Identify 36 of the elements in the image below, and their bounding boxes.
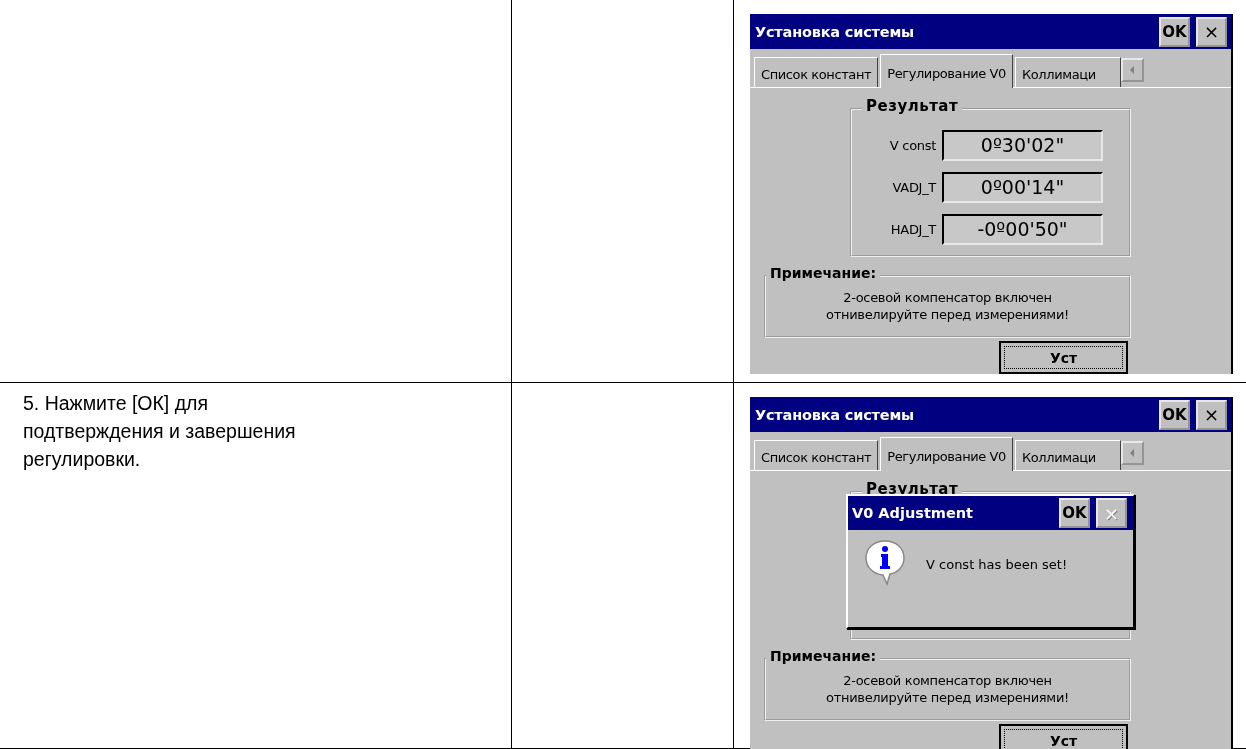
note-text: 2-осевой компенсатор включен <box>843 672 1052 689</box>
info-icon <box>862 538 908 586</box>
note-text: отнивелируйте перед измерениями! <box>826 306 1069 323</box>
dialog-title: V0 Adjustment <box>852 505 974 521</box>
close-button[interactable]: × <box>1196 16 1227 47</box>
group-label: Примечание: <box>766 265 881 281</box>
ok-button[interactable]: OK <box>1059 498 1090 528</box>
ok-button[interactable]: OK <box>1159 16 1190 47</box>
instruction-text: 5. Нажмите [ОК] для подтверждения и завершения регулировки. <box>22 391 297 472</box>
value-field: 0º00'14" <box>942 172 1103 203</box>
close-button[interactable]: × <box>1196 399 1227 430</box>
value-field: 0º30'02" <box>942 130 1103 161</box>
note-text: 2-осевой компенсатор включен <box>843 289 1052 306</box>
caret-icon <box>1129 449 1136 457</box>
field-label: V const <box>888 138 936 153</box>
tab[interactable]: Коллимаци <box>1015 57 1121 87</box>
ok-button[interactable]: OK <box>1159 399 1190 430</box>
tab[interactable]: Список констант <box>754 57 879 87</box>
tab[interactable]: Коллимаци <box>1015 440 1121 470</box>
tab[interactable]: Регулирование V0 <box>880 54 1013 88</box>
value-field: -0º00'50" <box>942 214 1103 245</box>
window-title: Установка системы <box>755 406 915 423</box>
scroll-left-button[interactable] <box>1121 441 1144 465</box>
set-button[interactable]: Уст <box>999 341 1128 374</box>
tab[interactable]: Список констант <box>754 440 879 470</box>
field-label: VADJ_T <box>891 180 936 195</box>
set-button[interactable]: Уст <box>999 724 1128 749</box>
group-label: Результат <box>862 97 963 115</box>
note-text: отнивелируйте перед измерениями! <box>826 689 1069 706</box>
dialog-message: V const has been set! <box>926 556 1068 572</box>
tab[interactable]: Регулирование V0 <box>880 437 1013 471</box>
group-label: Примечание: <box>766 648 881 664</box>
field-label: HADJ_T <box>889 222 936 237</box>
caret-icon <box>1129 66 1136 74</box>
window-title: Установка системы <box>755 23 915 40</box>
scroll-left-button[interactable] <box>1121 58 1144 82</box>
